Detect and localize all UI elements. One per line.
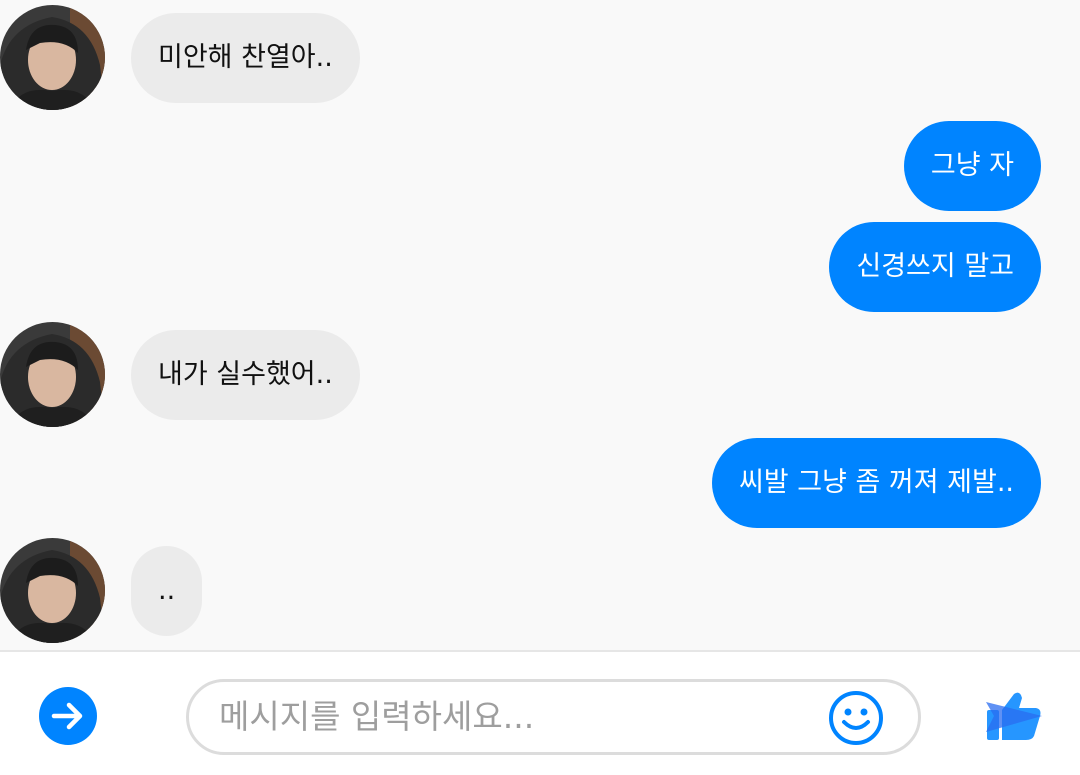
message-bubble-incoming[interactable]: .. (131, 546, 203, 636)
contact-avatar[interactable] (0, 538, 105, 643)
avatar-photo (0, 538, 105, 643)
avatar-photo (0, 5, 105, 110)
send-button[interactable] (984, 688, 1044, 744)
message-bubble-outgoing[interactable]: 그냥 자 (903, 121, 1041, 211)
avatar-photo (0, 322, 105, 427)
message-list[interactable]: 미안해 찬열아.. 그냥 자 신경쓰지 말고 내가 실수했어.. 씨발 그냥 좀… (0, 0, 1080, 650)
message-input[interactable]: 메시지를 입력하세요... (186, 679, 921, 755)
emoji-button[interactable] (828, 690, 884, 746)
message-bubble-incoming[interactable]: 내가 실수했어.. (131, 330, 360, 420)
message-bubble-outgoing[interactable]: 씨발 그냥 좀 꺼져 제발.. (711, 438, 1041, 528)
arrow-right-circle-icon (39, 687, 97, 745)
message-input-placeholder[interactable]: 메시지를 입력하세요... (219, 682, 534, 752)
smiley-icon (829, 691, 883, 745)
contact-avatar[interactable] (0, 5, 105, 110)
thumbs-up-send-icon (986, 692, 1042, 740)
message-composer: 메시지를 입력하세요... (0, 650, 1080, 775)
contact-avatar[interactable] (0, 322, 105, 427)
message-bubble-incoming[interactable]: 미안해 찬열아.. (131, 13, 360, 103)
expand-button[interactable] (39, 687, 97, 745)
message-bubble-outgoing[interactable]: 신경쓰지 말고 (829, 222, 1041, 312)
